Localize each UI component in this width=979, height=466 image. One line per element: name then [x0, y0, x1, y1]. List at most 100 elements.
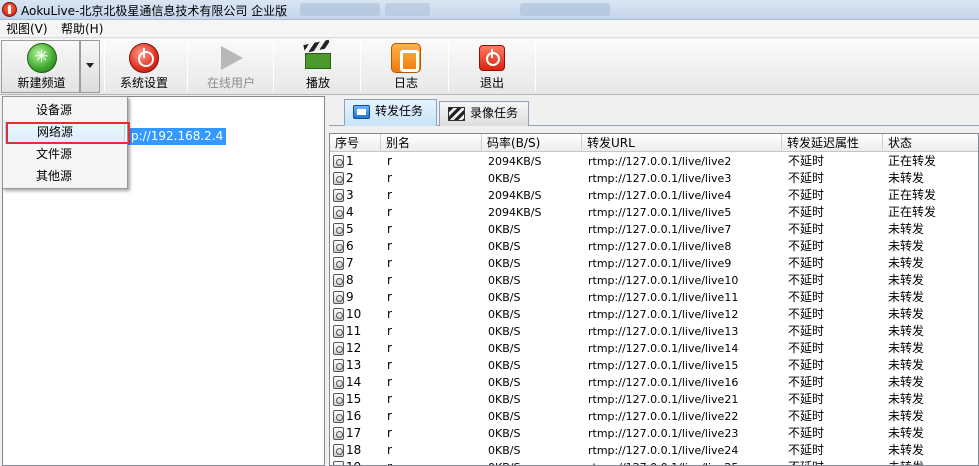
cell-index: 2 [346, 171, 354, 185]
cell-url: rtmp://127.0.0.1/live/live25 [588, 459, 778, 465]
table-row[interactable]: 17 r 0KB/S rtmp://127.0.0.1/live/live23 不延时 未… [330, 425, 978, 442]
cell-status: 未转发 [888, 358, 925, 372]
table-row[interactable]: 6 r 0KB/S rtmp://127.0.0.1/live/live8 不延时 未转发 [330, 238, 978, 255]
table-row[interactable]: 10 r 0KB/S rtmp://127.0.0.1/live/live12 不延时 未… [330, 306, 978, 323]
table-row[interactable]: 3 r 2094KB/S rtmp://127.0.0.1/live/live4 不延时… [330, 187, 978, 204]
cell-delay: 不延时 [788, 324, 825, 338]
blurred-region [385, 3, 430, 16]
channel-icon [333, 376, 344, 389]
task-tabs: 转发任务 录像任务 [329, 96, 979, 126]
table-row[interactable]: 9 r 0KB/S rtmp://127.0.0.1/live/live11 不延时 未转… [330, 289, 978, 306]
exit-label: 退出 [479, 76, 504, 90]
cell-status: 正在转发 [888, 154, 937, 168]
table-row[interactable]: 14 r 0KB/S rtmp://127.0.0.1/live/live16 不延时 未… [330, 374, 978, 391]
channel-icon [333, 444, 344, 457]
cell-bitrate: 0KB/S [488, 427, 521, 440]
table-row[interactable]: 12 r 0KB/S rtmp://127.0.0.1/live/live14 不延时 未… [330, 340, 978, 357]
new-channel-button[interactable]: 新建频道 [1, 40, 80, 93]
col-header-delay[interactable]: 转发延迟属性 [782, 134, 883, 152]
cell-url: rtmp://127.0.0.1/live/live5 [588, 206, 732, 219]
cell-bitrate: 0KB/S [488, 444, 521, 457]
table-row[interactable]: 13 r 0KB/S rtmp://127.0.0.1/live/live15 不延时 未… [330, 357, 978, 374]
power-icon [129, 43, 159, 73]
cell-bitrate: 0KB/S [488, 393, 521, 406]
tree-item-selected[interactable]: p://192.168.2.4 [128, 128, 227, 145]
cell-url: rtmp://127.0.0.1/live/live13 [588, 325, 739, 338]
cell-index: 9 [346, 290, 354, 304]
cell-index: 4 [346, 205, 354, 219]
new-channel-dropdown-arrow[interactable] [80, 40, 100, 93]
col-header-url[interactable]: 转发URL [582, 134, 782, 152]
cell-url: rtmp://127.0.0.1/live/live10 [588, 274, 739, 287]
col-header-index[interactable]: 序号 [330, 134, 381, 152]
table-row[interactable]: 8 r 0KB/S rtmp://127.0.0.1/live/live10 不延时 未转… [330, 272, 978, 289]
channel-icon [333, 274, 344, 287]
menu-item-other-source[interactable]: 其他源 [5, 166, 125, 187]
cell-bitrate: 0KB/S [488, 459, 578, 465]
channel-icon [333, 155, 344, 168]
channel-icon [333, 189, 344, 202]
channel-icon [333, 240, 344, 253]
exit-button[interactable]: 退出 [458, 41, 526, 93]
cell-status: 未转发 [888, 375, 925, 389]
tab-forward-label: 转发任务 [375, 104, 424, 118]
table-row[interactable]: 4 r 2094KB/S rtmp://127.0.0.1/live/live5 不延时… [330, 204, 978, 221]
new-channel-button-inner[interactable]: 新建频道 [2, 41, 81, 93]
cell-index: 8 [346, 273, 354, 287]
cell-delay: 不延时 [788, 222, 825, 236]
cell-delay: 不延时 [788, 392, 825, 406]
cell-alias: r [387, 392, 392, 406]
table-row[interactable]: 1 r 2094KB/S rtmp://127.0.0.1/live/live2 不延时… [330, 153, 978, 170]
cell-alias: r [387, 443, 392, 457]
toolbar-separator [187, 42, 188, 92]
col-header-bitrate[interactable]: 码率(B/S) [482, 134, 582, 152]
menu-help[interactable]: 帮助(H) [58, 21, 106, 37]
cell-bitrate: 0KB/S [488, 308, 521, 321]
play-button[interactable]: 播放 [284, 39, 352, 93]
tab-forward-task[interactable]: 转发任务 [344, 99, 437, 126]
menu-bar: 视图(V) 帮助(H) [0, 20, 979, 38]
cell-url: rtmp://127.0.0.1/live/live24 [588, 444, 739, 457]
table-row[interactable]: 15 r 0KB/S rtmp://127.0.0.1/live/live21 不延时 未… [330, 391, 978, 408]
online-users-label: 在线用户 [206, 76, 255, 90]
log-button[interactable]: 日志 [372, 41, 440, 93]
table-row[interactable]: 19 r 0KB/S rtmp://127.0.0.1/live/live25 不延时 未… [330, 459, 978, 465]
cell-status: 未转发 [888, 443, 925, 457]
toolbar-separator [104, 42, 105, 92]
cell-index: 6 [346, 239, 354, 253]
cell-delay: 不延时 [788, 307, 825, 321]
cell-bitrate: 0KB/S [488, 274, 521, 287]
online-users-button[interactable]: 在线用户 [197, 41, 265, 93]
table-row[interactable]: 16 r 0KB/S rtmp://127.0.0.1/live/live22 不延时 未… [330, 408, 978, 425]
settings-button[interactable]: 系统设置 [110, 41, 178, 93]
cell-bitrate: 0KB/S [488, 376, 521, 389]
cell-index: 15 [346, 392, 362, 406]
cell-bitrate: 0KB/S [488, 342, 521, 355]
menu-item-file-source[interactable]: 文件源 [5, 144, 125, 165]
table-row[interactable]: 18 r 0KB/S rtmp://127.0.0.1/live/live24 不延时 未… [330, 442, 978, 459]
table-row[interactable]: 11 r 0KB/S rtmp://127.0.0.1/live/live13 不延时 未… [330, 323, 978, 340]
tab-record-task[interactable]: 录像任务 [439, 101, 529, 126]
menu-item-device-source[interactable]: 设备源 [5, 100, 125, 121]
cell-delay: 不延时 [788, 188, 825, 202]
cell-url: rtmp://127.0.0.1/live/live21 [588, 393, 739, 406]
table-row[interactable]: 7 r 0KB/S rtmp://127.0.0.1/live/live9 不延时 未转发 [330, 255, 978, 272]
menu-view[interactable]: 视图(V) [3, 21, 51, 37]
table-row[interactable]: 2 r 0KB/S rtmp://127.0.0.1/live/live3 不延时 未转发 [330, 170, 978, 187]
cell-index: 13 [346, 358, 362, 372]
cell-status: 未转发 [888, 409, 925, 423]
cell-delay: 不延时 [788, 205, 825, 219]
cell-delay: 不延时 [788, 239, 825, 253]
col-header-status[interactable]: 状态 [883, 134, 978, 152]
col-header-alias[interactable]: 别名 [381, 134, 482, 152]
cell-status: 未转发 [888, 426, 925, 440]
cell-alias: r [387, 205, 392, 219]
app-icon [2, 2, 17, 17]
blurred-region [300, 3, 380, 16]
cell-bitrate: 0KB/S [488, 257, 521, 270]
channel-icon [333, 342, 344, 355]
toolbar: 新建频道 系统设置 在线用户 播放 日志 退出 [0, 39, 979, 95]
table-row[interactable]: 5 r 0KB/S rtmp://127.0.0.1/live/live7 不延时 未转发 [330, 221, 978, 238]
cell-alias: r [387, 290, 392, 304]
toolbar-separator [273, 42, 274, 92]
